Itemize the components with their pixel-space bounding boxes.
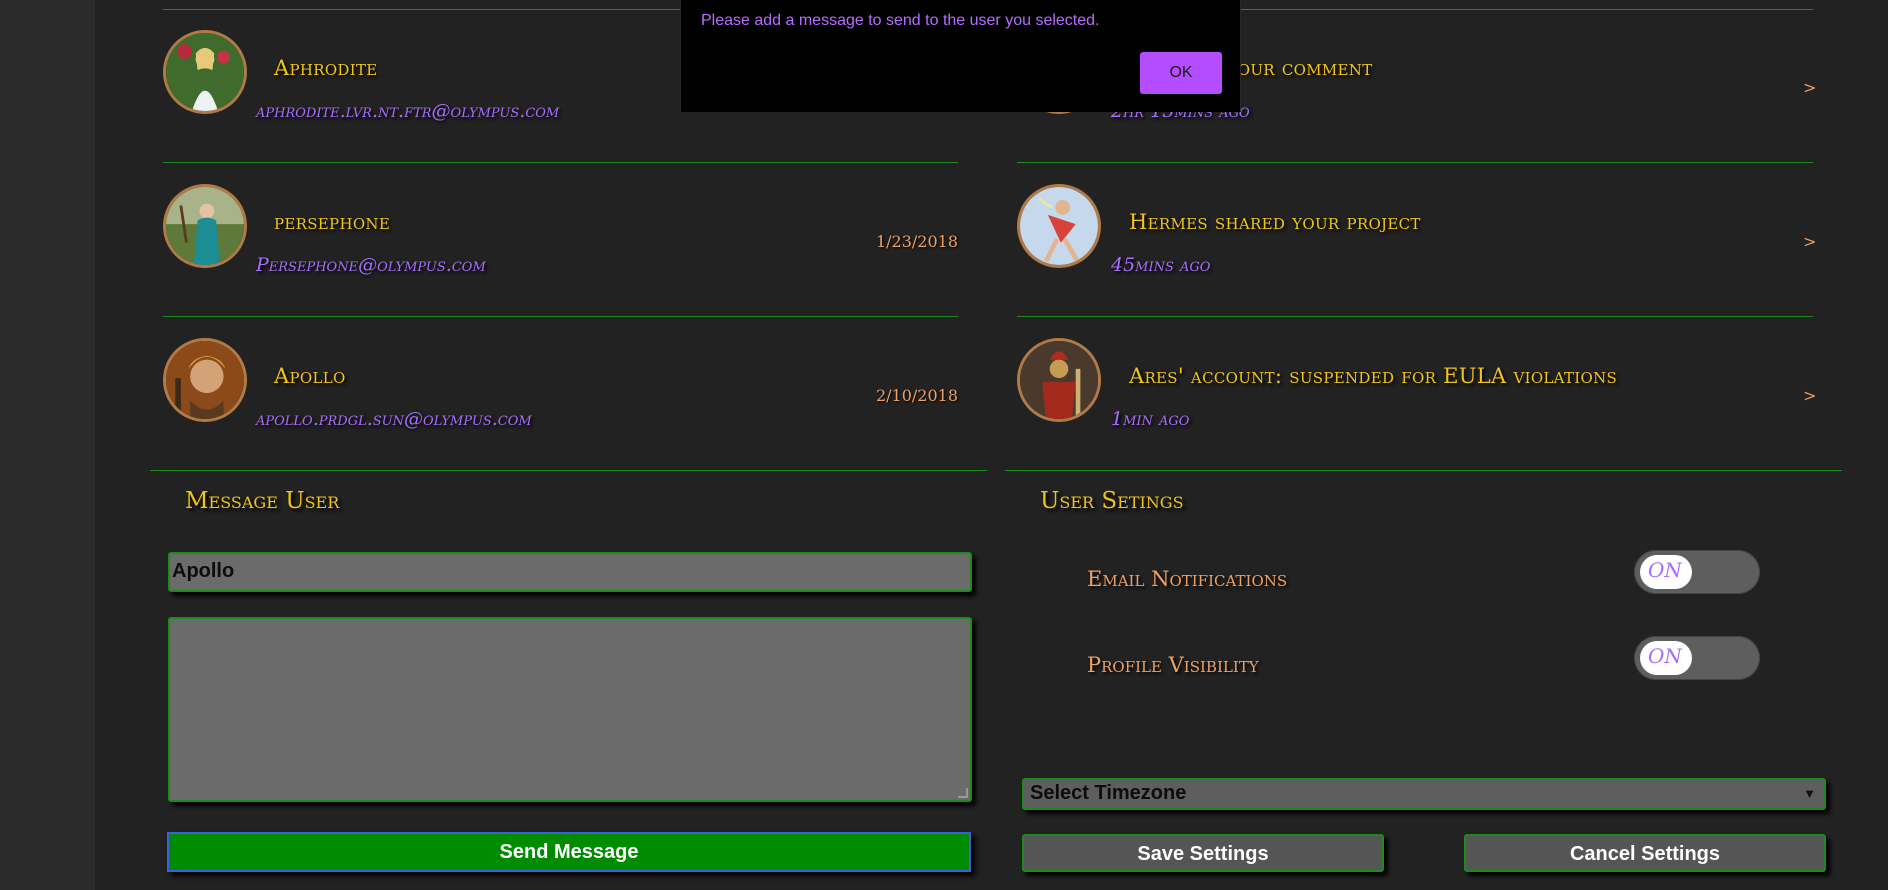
cancel-settings-button[interactable]: Cancel Settings [1464,834,1826,872]
user-date: 1/23/2018 [875,232,958,251]
message-textarea[interactable] [168,617,972,802]
resize-handle-icon[interactable] [958,788,968,798]
toggle-state: ON [1648,558,1682,582]
user-email: Persephone@olympus.com [256,254,486,276]
user-email: apollo.prdgl.sun@olympus.com [256,408,532,430]
avatar-apollo-icon [163,338,247,422]
divider [150,470,987,471]
section-title: User Setings [1040,488,1184,514]
ok-button[interactable]: OK [1140,52,1222,94]
avatar-persephone-icon [163,184,247,268]
save-settings-button[interactable]: Save Settings [1022,834,1384,872]
divider [1017,316,1813,317]
toggle-state: ON [1648,644,1682,668]
user-name: Apollo [274,364,346,388]
avatar-aphrodite-icon [163,30,247,114]
notification-title: Hermes shared your project [1129,210,1421,234]
send-message-button[interactable]: Send Message [167,832,971,872]
recipient-input[interactable]: Apollo [168,552,972,592]
divider [163,316,958,317]
divider [163,162,958,163]
chevron-right-icon[interactable]: > [1803,386,1816,405]
avatar-hermes-icon [1017,184,1101,268]
email-notifications-toggle[interactable]: ON [1634,550,1760,594]
user-name: Aphrodite [274,56,378,80]
notification-title: Ares' account: suspended for EULA violat… [1129,364,1618,388]
user-date: 2/10/2018 [875,386,958,405]
alert-dialog: Please add a message to send to the user… [680,0,1241,112]
section-title: Message User [185,488,340,514]
profile-visibility-toggle[interactable]: ON [1634,636,1760,680]
timezone-selected: Select Timezone [1030,782,1187,804]
alert-message: Please add a message to send to the user… [701,12,1100,29]
user-email: aphrodite.lvr.nt.ftr@olympus.com [256,100,560,122]
timezone-select[interactable]: Select Timezone ▼ [1022,778,1826,810]
profile-visibility-label: Profile Visibility [1087,653,1259,677]
chevron-right-icon[interactable]: > [1803,78,1816,97]
chevron-right-icon[interactable]: > [1803,232,1816,251]
notification-time: 45mins ago [1111,254,1211,276]
notification-time: 1min ago [1111,408,1190,430]
user-name: persephone [274,210,391,234]
avatar-ares-icon [1017,338,1101,422]
divider [1005,470,1842,471]
left-gutter [0,0,95,890]
dropdown-arrow-icon: ▼ [1803,786,1816,801]
divider [1017,162,1813,163]
email-notifications-label: Email Notifications [1087,567,1288,591]
